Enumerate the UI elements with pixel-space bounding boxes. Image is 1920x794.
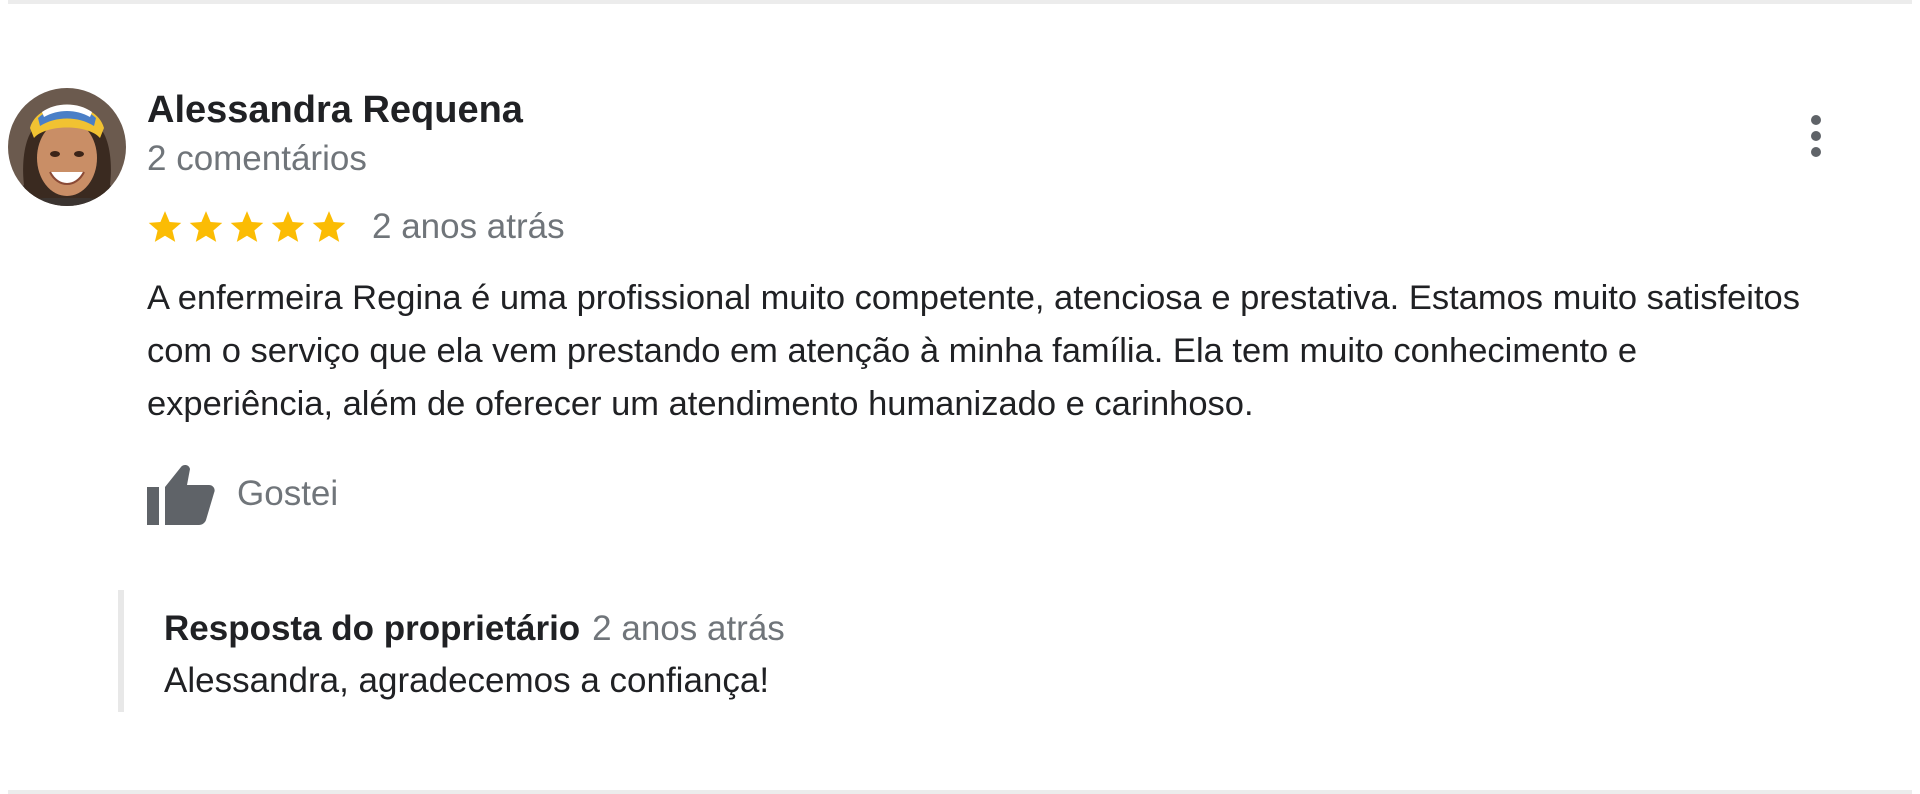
like-label: Gostei [237, 474, 339, 513]
author-comment-count[interactable]: 2 comentários [147, 138, 367, 180]
more-vertical-icon [1811, 115, 1821, 157]
star-icon [230, 211, 264, 242]
thumbs-up-icon [147, 464, 215, 525]
like-button[interactable]: Gostei [147, 460, 338, 528]
more-options-button[interactable] [1796, 108, 1836, 164]
bottom-divider [8, 790, 1912, 794]
owner-reply-text: Alessandra, agradecemos a confiança! [164, 661, 770, 700]
review-text: A enfermeira Regina é uma profissional m… [147, 279, 1800, 423]
star-icon [271, 211, 305, 242]
author-name[interactable]: Alessandra Requena [147, 88, 523, 132]
profile-photo [8, 88, 126, 206]
owner-reply: Resposta do proprietário 2 anos atrás Ale… [118, 590, 1524, 712]
star-icon [189, 211, 223, 242]
star-icon [148, 211, 182, 242]
rating-row: 2 anos atrás [147, 203, 565, 251]
star-icon [312, 211, 346, 242]
owner-reply-time: 2 anos atrás [592, 609, 785, 648]
owner-reply-title: Resposta do proprietário [164, 609, 581, 648]
owner-reply-header: Resposta do proprietário 2 anos atrás [164, 608, 785, 650]
star-rating [147, 210, 352, 244]
review-time: 2 anos atrás [372, 207, 565, 246]
avatar[interactable] [8, 88, 126, 206]
top-divider [8, 0, 1912, 4]
